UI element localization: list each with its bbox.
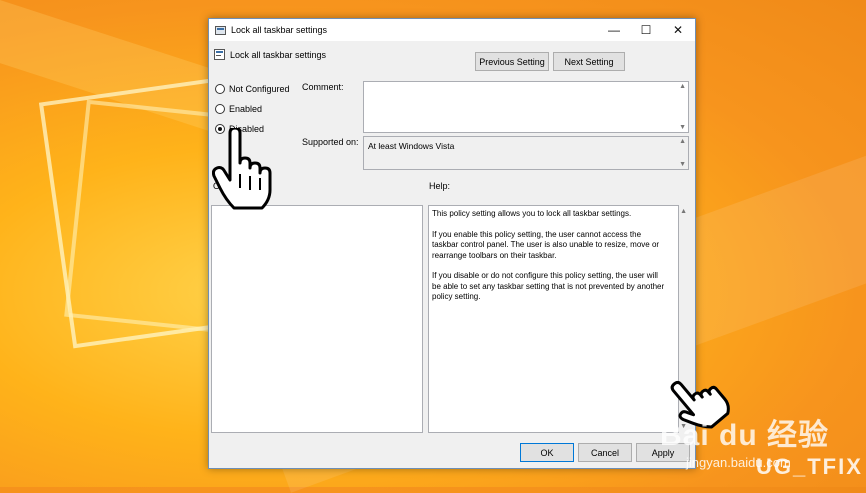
help-paragraph: This policy setting allows you to lock a…	[432, 209, 632, 218]
scroll-up-icon[interactable]: ▲	[679, 138, 686, 145]
ok-button[interactable]: OK	[520, 443, 574, 462]
radio-button[interactable]	[215, 84, 225, 94]
comment-textarea[interactable]: ▲ ▼	[363, 81, 689, 133]
help-text: This policy setting allows you to lock a…	[432, 209, 666, 313]
window-title: Lock all taskbar settings	[231, 25, 328, 35]
comment-label: Comment:	[302, 82, 344, 92]
scroll-up-icon[interactable]: ▲	[680, 208, 687, 215]
hand-pointer-icon	[212, 128, 272, 210]
help-paragraph: If you disable or do not configure this …	[432, 271, 665, 301]
policy-dialog-window: Lock all taskbar settings — ☐ ✕ Lock all…	[208, 18, 696, 469]
supported-on-value: At least Windows Vista	[368, 141, 455, 151]
options-panel	[211, 205, 423, 433]
help-label: Help:	[429, 181, 451, 191]
policy-header-title: Lock all taskbar settings	[230, 49, 327, 60]
brand-watermark: UG_TFIX	[756, 454, 863, 479]
help-paragraph: If you enable this policy setting, the u…	[432, 229, 660, 260]
minimize-button[interactable]: —	[599, 19, 629, 41]
close-button[interactable]: ✕	[663, 19, 693, 41]
radio-label: Enabled	[229, 104, 263, 114]
policy-header-icon	[214, 49, 225, 60]
previous-setting-button[interactable]: Previous Setting	[475, 52, 549, 71]
radio-button[interactable]	[215, 104, 225, 114]
scroll-up-icon[interactable]: ▲	[679, 83, 686, 90]
radio-not-configured[interactable]: Not Configured	[215, 84, 290, 94]
next-setting-button[interactable]: Next Setting	[553, 52, 625, 71]
policy-window-icon	[215, 25, 226, 35]
title-bar[interactable]: Lock all taskbar settings — ☐ ✕	[209, 19, 695, 41]
cancel-button[interactable]: Cancel	[578, 443, 632, 462]
scroll-down-icon[interactable]: ▼	[679, 124, 686, 131]
supported-on-field: At least Windows Vista ▲ ▼	[363, 136, 689, 170]
baidu-watermark: Bai du 经验	[660, 419, 830, 452]
supported-on-label: Supported on:	[302, 137, 359, 147]
policy-header: Lock all taskbar settings	[214, 49, 326, 60]
maximize-button[interactable]: ☐	[631, 19, 661, 41]
scroll-down-icon[interactable]: ▼	[679, 161, 686, 168]
help-panel: This policy setting allows you to lock a…	[428, 205, 687, 433]
radio-enabled[interactable]: Enabled	[215, 104, 262, 114]
radio-label: Not Configured	[229, 84, 290, 94]
